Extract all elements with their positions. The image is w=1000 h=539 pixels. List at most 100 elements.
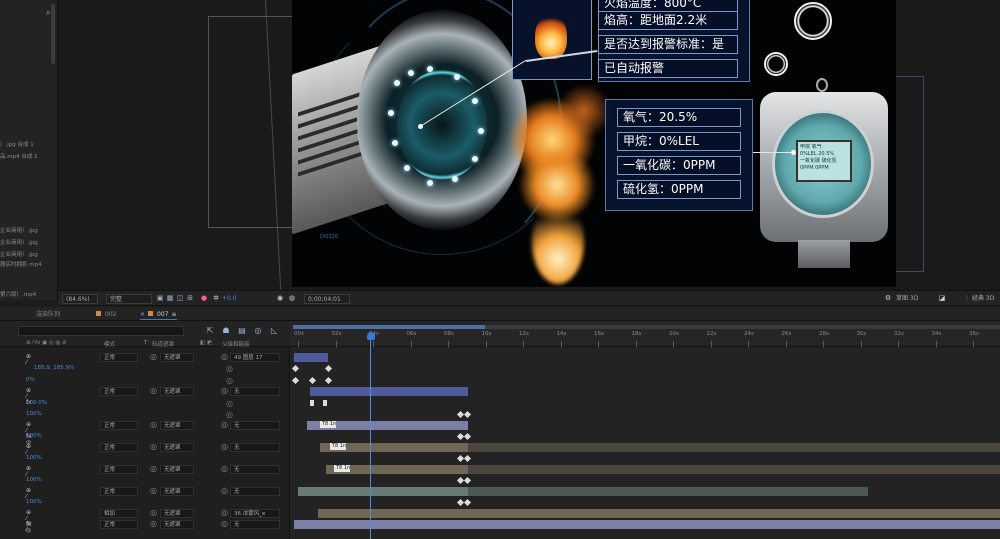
- tab-menu-icon[interactable]: ≡: [171, 311, 176, 318]
- parent-pickwhip-icon[interactable]: ◎: [221, 520, 229, 528]
- keyframe[interactable]: [463, 476, 472, 485]
- opacity-value[interactable]: 100%: [26, 411, 42, 417]
- draft-3d-label[interactable]: 草图 3D: [896, 294, 918, 304]
- layer-row[interactable]: ⊕ ⁄ 正常 ◎ 无遮罩 ◎ 无: [0, 464, 290, 478]
- layer-track[interactable]: [290, 386, 1000, 397]
- region-of-interest-icon[interactable]: ▣: [156, 294, 164, 302]
- scale-value[interactable]: 100.0%: [26, 400, 47, 406]
- guides-icon[interactable]: ⊞: [186, 294, 194, 302]
- pickwhip-icon[interactable]: ◎: [150, 487, 158, 495]
- exposure-icon[interactable]: ✲: [212, 294, 220, 302]
- layer-row[interactable]: ⊕ ⁄ fx ◎ 相加 ◎ 无遮罩 ◎ 36.浓雾风_e: [0, 508, 290, 534]
- track-matte-dropdown[interactable]: 无遮罩: [160, 443, 194, 452]
- blend-mode-dropdown[interactable]: 正常: [100, 520, 138, 529]
- parent-dropdown[interactable]: 无: [230, 487, 280, 496]
- layer-switches[interactable]: ⊕ ⁄: [26, 444, 32, 456]
- parent-dropdown[interactable]: 无: [230, 465, 280, 474]
- pickwhip-icon[interactable]: ◎: [150, 509, 158, 517]
- layer-row[interactable]: ⊕ ⁄ 正常 ◎ 无遮罩 ◎ 无: [0, 442, 290, 456]
- layer-track[interactable]: T8 1n: [290, 442, 1000, 453]
- keyframe[interactable]: [310, 400, 314, 406]
- blend-mode-dropdown[interactable]: 正常: [100, 465, 138, 474]
- track-matte-dropdown[interactable]: 无遮罩: [160, 465, 194, 474]
- current-time-line[interactable]: [370, 340, 371, 539]
- composition-canvas[interactable]: DIS326 火焰温度：800°C 焰高：距地面2.2米 是否达到报警标准：是 …: [292, 0, 896, 287]
- resolution-dropdown[interactable]: 完整: [106, 294, 152, 304]
- zoom-dropdown[interactable]: (84.6%): [62, 294, 98, 304]
- parent-pickwhip-icon[interactable]: ◎: [221, 421, 229, 429]
- show-snapshot-icon[interactable]: ◍: [288, 294, 296, 302]
- project-item[interactable]: ）.jpg 合成 1: [0, 140, 34, 148]
- track-matte-dropdown[interactable]: 无遮罩: [160, 353, 194, 362]
- renderer-label[interactable]: 经典 3D: [972, 294, 994, 304]
- tab-comp-007[interactable]: × 007 ≡: [140, 309, 177, 320]
- parent-pickwhip-icon[interactable]: ◎: [226, 411, 234, 419]
- layer-bar[interactable]: [310, 387, 468, 396]
- project-scrollbar[interactable]: [51, 4, 55, 64]
- layer-row[interactable]: ⊕ ⁄ fx ◎ 正常 ◎ 无遮罩 ◎ 无: [0, 420, 290, 446]
- opacity-value[interactable]: 100%: [26, 455, 42, 461]
- track-matte-dropdown[interactable]: 无遮罩: [160, 421, 194, 430]
- keyframe[interactable]: [324, 364, 333, 373]
- layer-search-input[interactable]: [18, 326, 184, 336]
- opacity-value[interactable]: 100%: [26, 499, 42, 505]
- property-row[interactable]: 100%: [0, 432, 290, 442]
- work-area-bar[interactable]: [293, 325, 485, 329]
- layer-bar[interactable]: [294, 353, 328, 362]
- layer-bar[interactable]: [298, 487, 468, 496]
- parent-pickwhip-icon[interactable]: ◎: [226, 365, 234, 373]
- parent-dropdown[interactable]: 无: [230, 387, 280, 396]
- shy-layers-icon[interactable]: ☗: [222, 327, 230, 335]
- timecode-field[interactable]: 0;00;04;01: [304, 294, 350, 304]
- keyframe[interactable]: [463, 454, 472, 463]
- project-item[interactable]: 品.mp4 合成 1: [0, 152, 38, 160]
- opacity-value[interactable]: 100%: [26, 433, 42, 439]
- parent-pickwhip-icon[interactable]: ◎: [226, 400, 234, 408]
- property-row[interactable]: 100%: [0, 454, 290, 464]
- transparency-grid-icon[interactable]: ▦: [166, 294, 174, 302]
- layer-bar[interactable]: [318, 509, 1000, 518]
- mask-icon[interactable]: ◫: [176, 294, 184, 302]
- comp-flowchart-icon[interactable]: ⇱: [206, 327, 214, 335]
- keyframe[interactable]: [463, 498, 472, 507]
- keyframe[interactable]: [291, 376, 300, 385]
- property-row[interactable]: 100% ◎: [0, 410, 290, 420]
- track-matte-dropdown[interactable]: 无遮罩: [160, 387, 194, 396]
- track-matte-dropdown[interactable]: 无遮罩: [160, 487, 194, 496]
- color-channel-icon[interactable]: ●: [200, 294, 208, 302]
- project-item[interactable]: 企业商用）.jpg: [0, 250, 38, 258]
- layer-track[interactable]: [290, 352, 1000, 363]
- project-item[interactable]: 企业商用）.jpg: [0, 238, 38, 246]
- draft-3d-icon[interactable]: ⚙: [884, 294, 892, 302]
- parent-pickwhip-icon[interactable]: ◎: [221, 353, 229, 361]
- track-matte-dropdown[interactable]: 无遮罩: [160, 520, 194, 529]
- keyframe[interactable]: [463, 410, 472, 419]
- keyframe[interactable]: [291, 364, 300, 373]
- parent-dropdown[interactable]: 无: [230, 443, 280, 452]
- blend-mode-dropdown[interactable]: 正常: [100, 421, 138, 430]
- snapshot-icon[interactable]: ◉: [276, 294, 284, 302]
- layer-switches[interactable]: ⊕ ⁄ fx ◎: [26, 422, 32, 446]
- layer-track[interactable]: [290, 508, 1000, 519]
- opacity-value[interactable]: 0%: [26, 377, 35, 383]
- scale-value[interactable]: 185.9, 185.9%: [34, 365, 74, 371]
- blend-mode-dropdown[interactable]: 相加: [100, 509, 138, 518]
- parent-pickwhip-icon[interactable]: ◎: [221, 487, 229, 495]
- property-row[interactable]: 100%: [0, 498, 290, 508]
- frame-blending-icon[interactable]: ▤: [238, 327, 246, 335]
- pickwhip-icon[interactable]: ◎: [150, 465, 158, 473]
- tab-comp-002[interactable]: 002: [96, 309, 116, 320]
- parent-dropdown[interactable]: 无: [230, 421, 280, 430]
- view-layout-icon[interactable]: ◪: [938, 294, 946, 302]
- parent-pickwhip-icon[interactable]: ◎: [221, 509, 229, 517]
- timeline-graph[interactable]: 00s02s04s06s08s10s12s14s16s18s20s22s24s2…: [290, 321, 1000, 539]
- motion-blur-icon[interactable]: ◎: [254, 327, 262, 335]
- parent-pickwhip-icon[interactable]: ◎: [226, 377, 234, 385]
- parent-dropdown[interactable]: 49.图层 17: [230, 353, 280, 362]
- pickwhip-icon[interactable]: ◎: [150, 443, 158, 451]
- layer-switches[interactable]: ⊕ ⁄: [26, 466, 32, 478]
- layer-row[interactable]: ⊕ ⁄ 正常 ◎ 无遮罩 ◎ 无: [0, 486, 290, 500]
- layer-row[interactable]: ⊕ ⁄ 正常 ◎ 无遮罩 ◎ 49.图层 17: [0, 352, 290, 366]
- layer-switches[interactable]: ⊕ ⁄: [26, 354, 32, 366]
- layer-track[interactable]: [290, 486, 1000, 497]
